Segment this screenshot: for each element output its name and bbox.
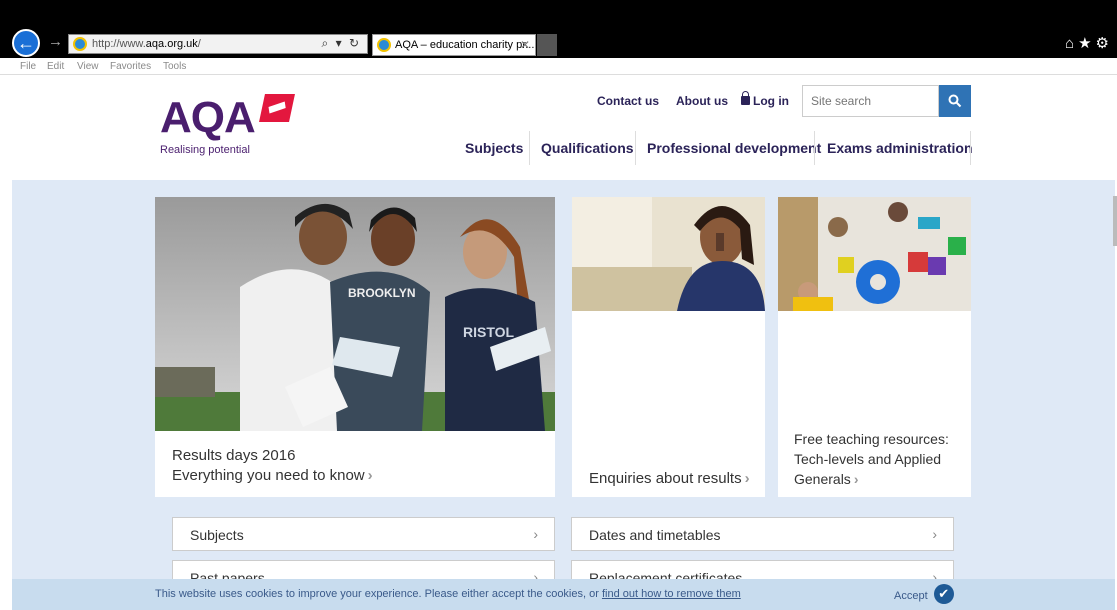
enquiries-title: Enquiries about results [589,470,742,487]
forward-arrow-icon[interactable]: → [48,33,63,50]
logo-text: AQA [160,93,256,142]
menu-tools[interactable]: Tools [163,61,186,72]
nav-divider [970,131,971,165]
nav-divider [814,131,815,165]
quick-link-label: Subjects [190,527,244,543]
nav-professional-development[interactable]: Professional development [647,140,821,156]
cookie-banner: This website uses cookies to improve you… [12,579,1115,610]
results-days-card[interactable]: BROOKLYN RISTOL Results days 2016 Everyt… [155,197,555,497]
address-tools[interactable]: ⌕ ▾ ↻ [322,36,361,51]
teaching-resources-card[interactable]: Free teaching resources: Tech-levels and… [778,197,971,497]
nav-divider [529,131,530,165]
about-us-link[interactable]: About us [676,94,728,108]
ie-icon [73,37,87,51]
teaching-line-2: Tech-levels and Applied [794,451,942,467]
cookie-info-link[interactable]: find out how to remove them [602,588,741,600]
login-label: Log in [753,94,789,108]
ie-icon [377,38,391,52]
back-arrow-icon[interactable]: ← [12,29,40,57]
close-icon[interactable]: ✕ [520,38,530,52]
menu-file[interactable]: File [20,61,36,72]
site-header: AQA Realising potential Contact us About… [12,76,1117,180]
enquiries-card[interactable]: Enquiries about results › [572,197,765,497]
chevron-right-icon: › [853,471,859,487]
cookie-message: This website uses cookies to improve you… [155,588,602,600]
aqa-logo[interactable]: AQA Realising potential [160,93,295,156]
chevron-right-icon: › [533,526,538,542]
quick-link-label: Dates and timetables [589,527,721,543]
new-tab-button[interactable] [537,34,557,56]
menu-bar: File Edit View Favorites Tools [0,58,1117,75]
search-button[interactable] [939,85,971,117]
lock-icon [741,91,750,105]
chevron-right-icon: › [744,470,750,487]
teaching-line-3: Generals [794,471,851,487]
nav-qualifications[interactable]: Qualifications [541,140,634,156]
menu-view[interactable]: View [77,61,99,72]
svg-text:RISTOL: RISTOL [463,324,515,340]
nav-exams-administration[interactable]: Exams administration [827,140,973,156]
address-bar[interactable]: http://www. aqa.org.uk / ⌕ ▾ ↻ [68,34,368,54]
url-suffix: / [197,38,201,50]
browser-chrome: ← → http://www. aqa.org.uk / ⌕ ▾ ↻ AQA – e… [0,0,1117,58]
chevron-right-icon: › [367,467,373,484]
cookie-message-wrap: This website uses cookies to improve you… [155,588,741,600]
search-icon [948,94,962,108]
teaching-line-1: Free teaching resources: [794,431,949,447]
star-icon[interactable]: ★ [1078,35,1095,52]
woman-phone-photo [572,197,765,311]
svg-text:BROOKLYN: BROOKLYN [348,286,416,300]
url-domain: aqa.org.uk [145,38,198,50]
menu-favorites[interactable]: Favorites [110,61,151,72]
menu-edit[interactable]: Edit [47,61,64,72]
enquiries-text[interactable]: Enquiries about results › [589,469,750,489]
chevron-right-icon: › [932,526,937,542]
checkmark-icon: ✔ [933,584,954,604]
accept-label: Accept [894,589,928,602]
accept-cookies-button[interactable]: Accept ✔ [894,584,954,604]
gear-icon[interactable]: ⚙ [1096,35,1113,52]
teaching-resources-text[interactable]: Free teaching resources: Tech-levels and… [794,429,949,489]
quick-link-dates-timetables[interactable]: Dates and timetables › [571,517,954,551]
toolbar-icons: ⌂★⚙ [1065,34,1113,52]
login-link[interactable]: Log in [741,91,789,108]
results-days-subtitle: Everything you need to know [172,467,365,484]
results-days-text[interactable]: Results days 2016 Everything you need to… [172,446,373,486]
main-content: BROOKLYN RISTOL Results days 2016 Everyt… [12,180,1115,610]
puzzle-gears-photo [778,197,971,311]
quick-link-subjects[interactable]: Subjects › [172,517,555,551]
search-input[interactable] [802,85,939,117]
results-days-title: Results days 2016 [172,447,296,464]
logo-mark-icon [259,94,295,122]
tab-title: AQA – education charity pr... [395,39,535,51]
contact-us-link[interactable]: Contact us [597,94,659,108]
scrollbar-thumb[interactable] [1113,196,1117,246]
tagline: Realising potential [160,144,250,156]
browser-tab[interactable]: AQA – education charity pr... ✕ [372,34,536,56]
students-photo: BROOKLYN RISTOL [155,197,555,431]
nav-divider [635,131,636,165]
nav-subjects[interactable]: Subjects [465,140,523,156]
url-prefix: http://www. [92,38,146,50]
home-icon[interactable]: ⌂ [1065,35,1078,52]
